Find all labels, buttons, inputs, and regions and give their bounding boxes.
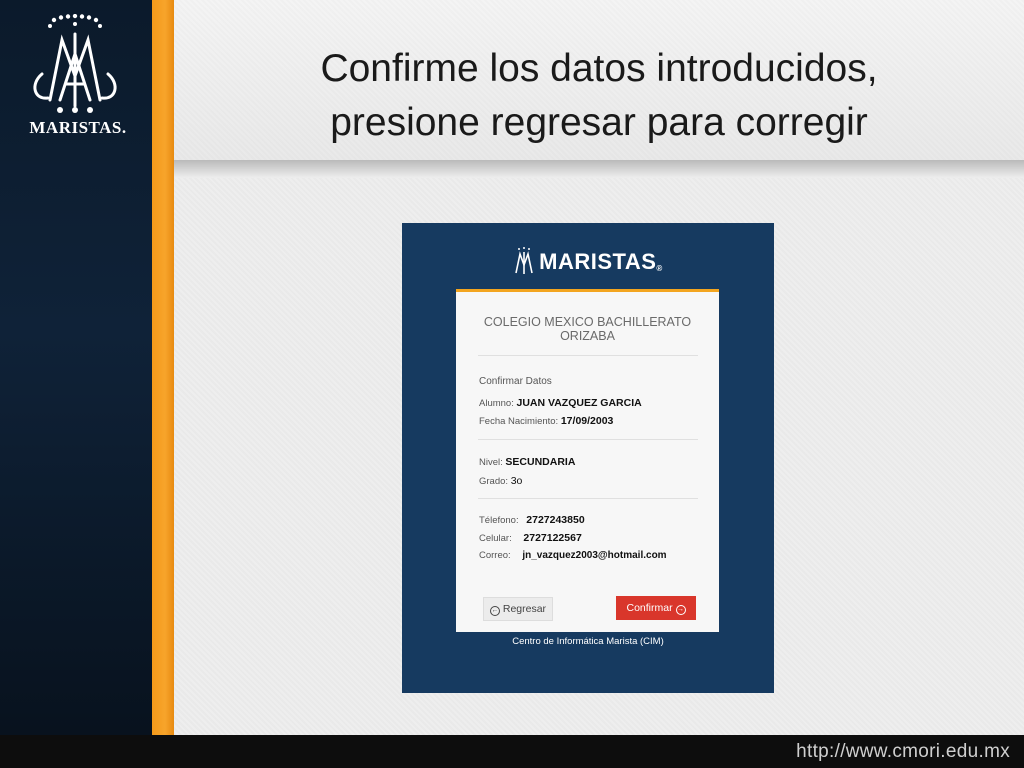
school-name-line-2: ORIZABA [560,329,615,343]
fecha-value: 17/09/2003 [560,415,614,427]
correo-row: Correo: jn_vazquez2003@hotmail.com [479,550,667,561]
divider [478,439,698,440]
slide-title: Confirme los datos introducidos, presion… [174,42,1024,150]
confirm-card: COLEGIO MEXICO BACHILLERATO ORIZABA Conf… [456,289,719,632]
alumno-value: JUAN VAZQUEZ GARCIA [516,397,642,409]
screenshot-footer: Centro de Informática Marista (CIM) [512,636,664,647]
header-shadow [174,160,1024,178]
grado-label: Grado: [479,476,509,487]
grado-row: Grado: 3o [479,475,522,487]
grado-value: 3o [510,475,523,487]
confirm-button-label: Confirmar [626,602,673,614]
slide-footer: http://www.cmori.edu.mx [0,735,1024,768]
back-button[interactable]: ← Regresar [483,597,553,621]
maristas-logo-text: MARISTAS. [29,118,127,137]
footer-url: http://www.cmori.edu.mx [796,741,1010,762]
celular-row: Celular: 2727122567 [479,532,582,544]
nivel-row: Nivel: SECUNDARIA [479,456,575,468]
celular-value: 2727122567 [523,532,582,544]
alumno-row: Alumno: JUAN VAZQUEZ GARCIA [479,397,642,409]
slide-sidebar: MARISTAS. [0,0,152,735]
embedded-screenshot: MARISTAS® COLEGIO MEXICO BACHILLERATO OR… [402,223,774,693]
nivel-label: Nivel: [479,457,503,468]
divider [478,355,698,356]
slide-title-line-2: presione regresar para corregir [330,101,868,144]
maristas-monogram-icon [515,247,533,274]
screenshot-logo: MARISTAS® [402,247,774,275]
correo-value: jn_vazquez2003@hotmail.com [522,550,667,561]
fecha-row: Fecha Nacimiento: 17/09/2003 [479,415,613,427]
accent-bar [152,0,174,735]
registered-mark-icon: ® [656,264,663,273]
arrow-right-circle-icon: → [675,605,686,615]
divider [478,498,698,499]
fecha-label: Fecha Nacimiento: [479,416,559,427]
maristas-monogram-icon [33,13,117,113]
nivel-value: SECUNDARIA [505,456,576,468]
back-button-label: Regresar [502,603,547,615]
celular-label: Celular: [479,533,512,544]
maristas-logo: MARISTAS. [20,13,136,144]
school-name-line-1: COLEGIO MEXICO BACHILLERATO [483,315,692,329]
screenshot-logo-text: MARISTAS [539,249,657,274]
confirm-button[interactable]: Confirmar → [616,596,696,620]
telefono-value: 2727243850 [526,514,585,526]
slide-title-line-1: Confirme los datos introducidos, [320,47,878,90]
correo-label: Correo: [479,550,511,561]
alumno-label: Alumno: [479,398,514,409]
arrow-left-circle-icon: ← [489,606,500,616]
telefono-row: Télefono: 2727243850 [479,514,585,526]
telefono-label: Télefono: [479,515,519,526]
school-name: COLEGIO MEXICO BACHILLERATO ORIZABA [470,315,705,343]
section-title: Confirmar Datos [479,376,552,387]
